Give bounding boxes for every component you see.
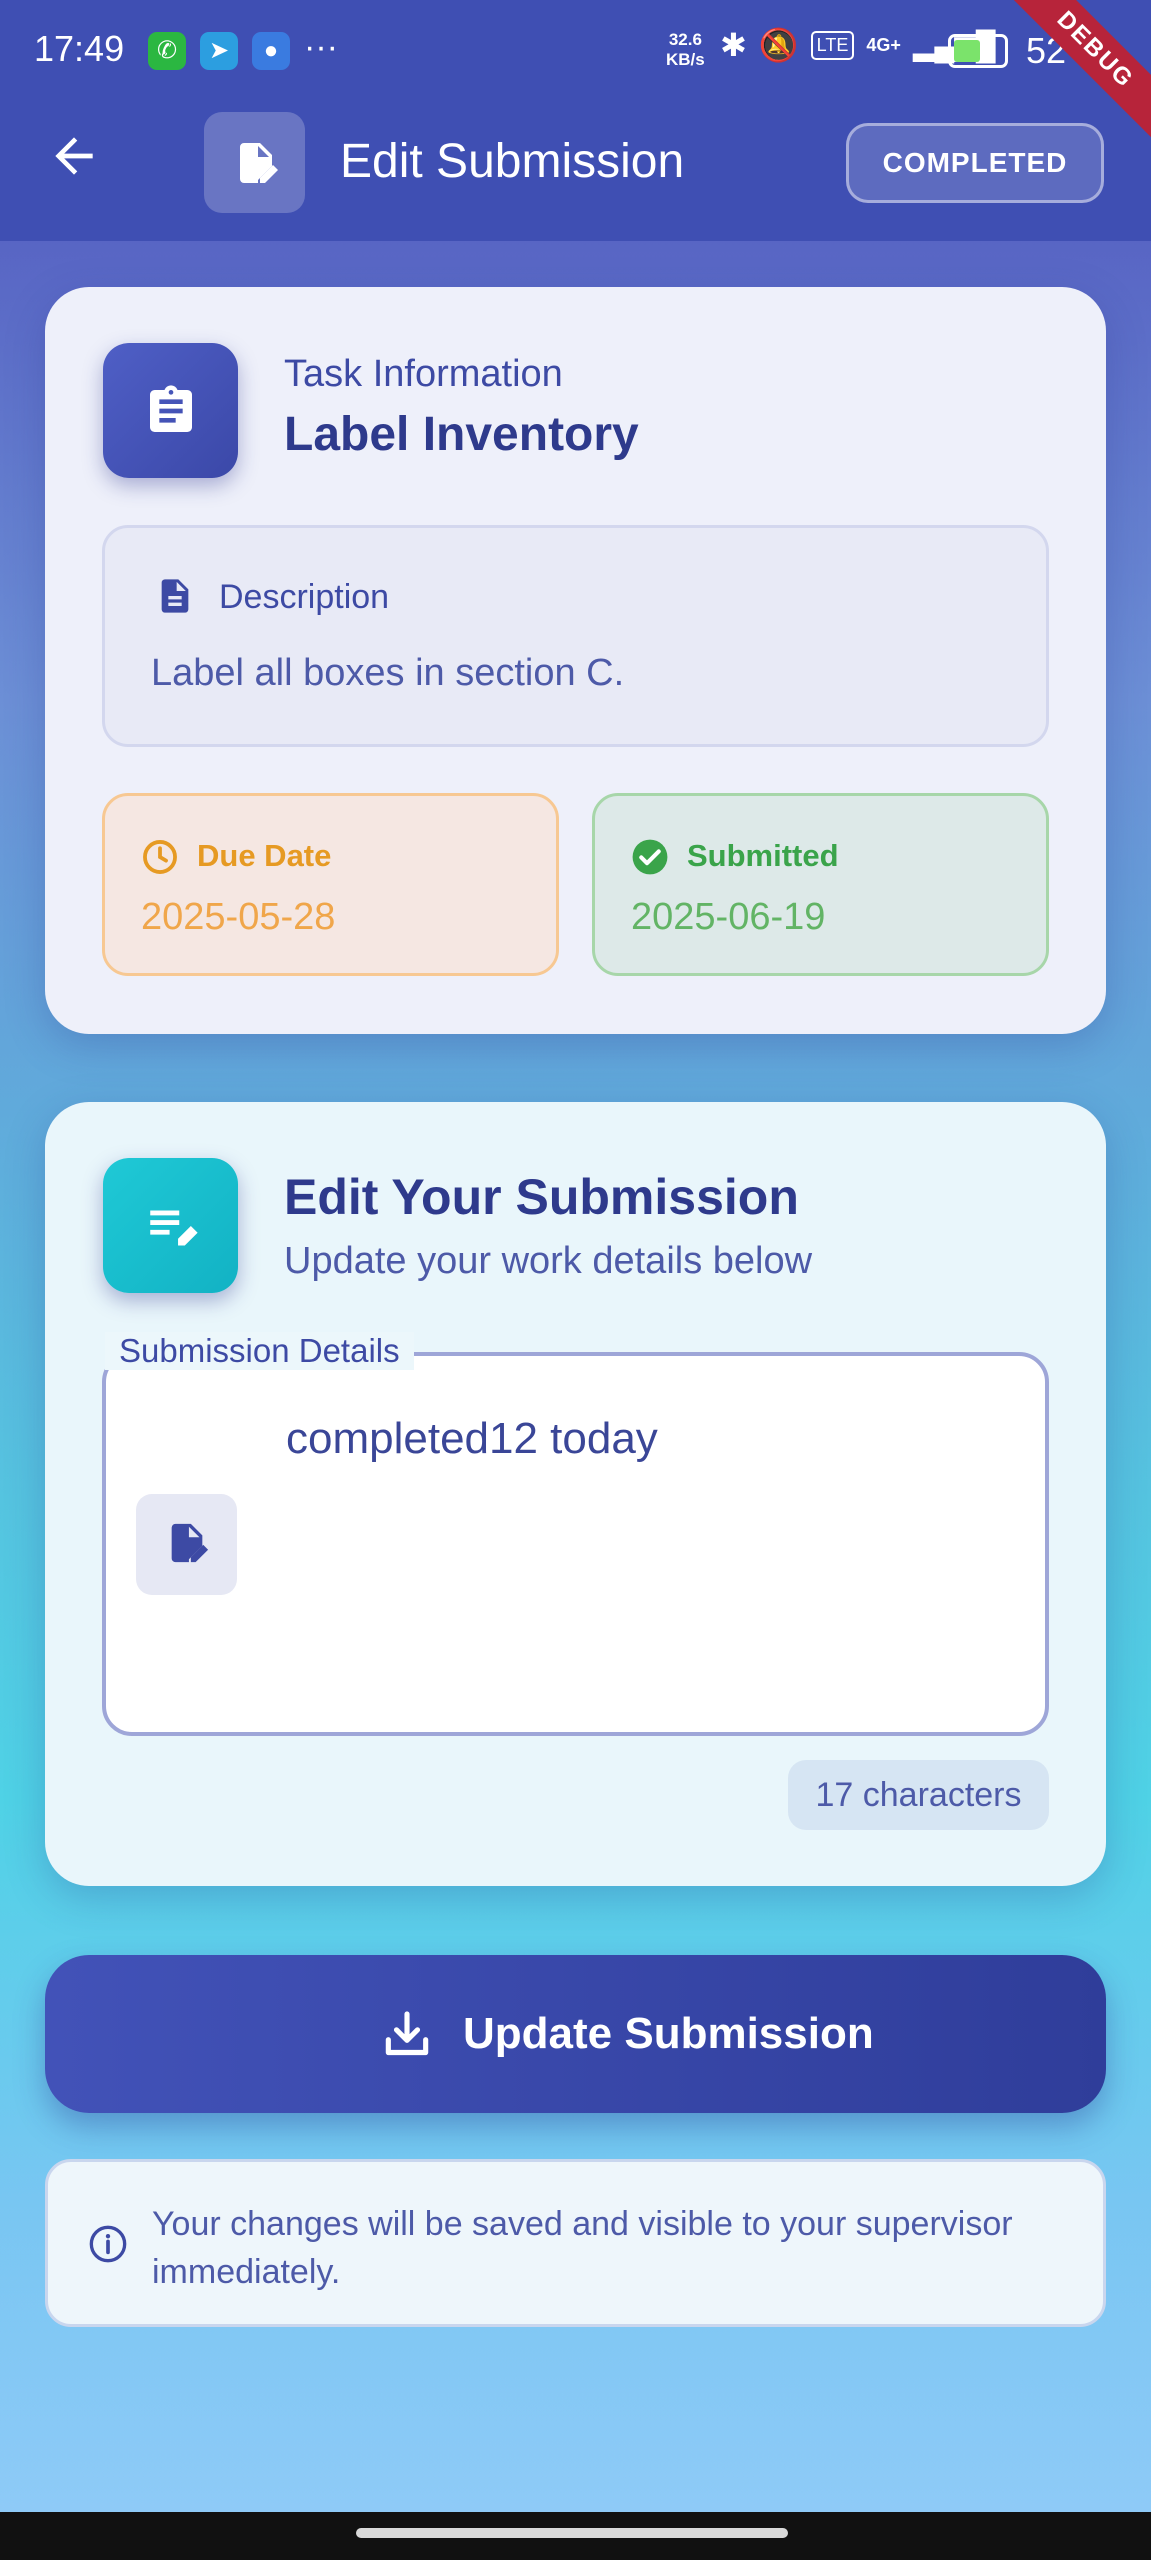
submission-details-input[interactable]: completed12 today xyxy=(286,1414,658,1464)
due-date-value: 2025-05-28 xyxy=(141,896,336,938)
app-header: 17:49 ✆ ➤ ● ··· 32.6 KB/s ✱ 🔕 LTE 4G+ ▂▄… xyxy=(0,0,1151,241)
task-info-card: Task Information Label Inventory Descrip… xyxy=(45,287,1106,1034)
submitted-date-box: Submitted 2025-06-19 xyxy=(592,793,1049,976)
task-info-subtitle: Task Information xyxy=(284,353,563,395)
edit-notes-icon xyxy=(150,1210,198,1246)
more-notifications-icon: ··· xyxy=(304,28,338,66)
info-note: Your changes will be saved and visible t… xyxy=(45,2159,1106,2327)
telegram-icon: ➤ xyxy=(200,32,238,70)
notification-icons: ✆ ➤ ● ··· xyxy=(148,28,338,70)
page-title: Edit Submission xyxy=(340,135,685,188)
description-box: Description Label all boxes in section C… xyxy=(102,525,1049,747)
character-count: 17 characters xyxy=(788,1760,1049,1830)
update-submission-label: Update Submission xyxy=(463,2009,874,2058)
edit-document-field-icon-box xyxy=(136,1494,237,1595)
battery-icon xyxy=(948,34,1008,68)
clipboard-icon xyxy=(150,385,192,432)
edit-submission-card: Edit Your Submission Update your work de… xyxy=(45,1102,1106,1886)
info-icon xyxy=(89,2225,127,2263)
volte-icon: LTE xyxy=(810,30,855,60)
update-submission-button[interactable]: Update Submission xyxy=(45,1955,1106,2113)
status-bar: 17:49 ✆ ➤ ● ··· 32.6 KB/s ✱ 🔕 LTE 4G+ ▂▄… xyxy=(0,0,1151,100)
description-text: Label all boxes in section C. xyxy=(151,652,625,694)
check-circle-icon xyxy=(632,839,668,875)
network-type: 4G+ xyxy=(866,34,901,55)
home-gesture-handle[interactable] xyxy=(356,2528,788,2538)
edit-document-field-icon xyxy=(171,1523,209,1563)
clock-icon xyxy=(143,840,177,874)
download-icon xyxy=(385,2011,429,2056)
messenger-icon: ● xyxy=(252,32,290,70)
system-navigation-bar xyxy=(0,2512,1151,2560)
network-speed-unit: KB/s xyxy=(666,50,705,69)
submission-details-label: Submission Details xyxy=(105,1332,414,1370)
edit-document-icon xyxy=(240,143,278,183)
task-title: Label Inventory xyxy=(284,408,639,461)
bluetooth-icon: ✱ xyxy=(720,27,747,63)
description-label: Description xyxy=(219,578,390,616)
description-icon xyxy=(161,579,189,613)
edit-card-subtitle: Update your work details below xyxy=(284,1240,813,1282)
submitted-date-label: Submitted xyxy=(687,838,839,873)
edit-document-icon-box xyxy=(204,112,305,213)
submitted-date-value: 2025-06-19 xyxy=(631,896,826,938)
submission-details-field[interactable]: completed12 today xyxy=(102,1352,1049,1736)
arrow-left-icon xyxy=(55,137,93,175)
status-badge: COMPLETED xyxy=(846,123,1104,203)
info-text: Your changes will be saved and visible t… xyxy=(152,2205,1013,2291)
mute-icon: 🔕 xyxy=(758,27,799,63)
back-button[interactable] xyxy=(46,128,116,198)
network-speed: 32.6 KB/s xyxy=(666,30,705,70)
due-date-label: Due Date xyxy=(197,838,332,873)
clipboard-icon-box xyxy=(103,343,238,478)
whatsapp-icon: ✆ xyxy=(148,32,186,70)
edit-notes-icon-box xyxy=(103,1158,238,1293)
network-speed-value: 32.6 xyxy=(668,30,702,49)
due-date-box: Due Date 2025-05-28 xyxy=(102,793,559,976)
status-time: 17:49 xyxy=(34,28,125,69)
edit-card-title: Edit Your Submission xyxy=(284,1169,799,1225)
